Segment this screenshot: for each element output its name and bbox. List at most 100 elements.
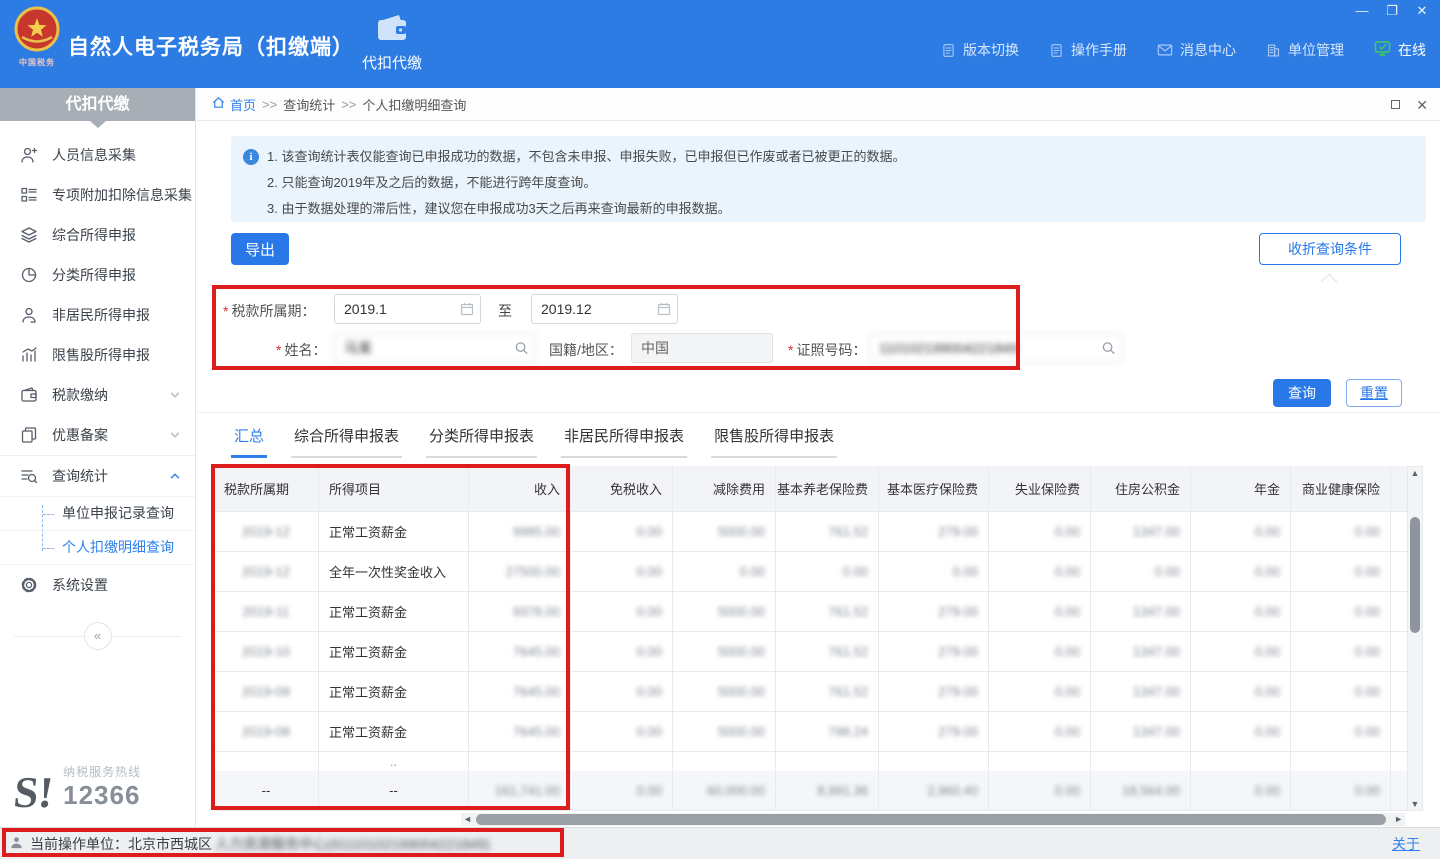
sidebar-item-comprehensive-income[interactable]: 综合所得申报	[0, 215, 195, 255]
panel-close-icon[interactable]: ✕	[1416, 98, 1428, 112]
copy-icon	[20, 426, 39, 445]
reset-button[interactable]: 重置	[1346, 379, 1402, 407]
search-icon[interactable]	[1101, 341, 1116, 356]
table-row[interactable]: 2019-10正常工资薪金7645.000.005000.00761.52279…	[214, 632, 1407, 672]
cell-value	[1391, 512, 1407, 552]
cell-value: 9378.00	[469, 592, 571, 632]
cell-value	[571, 752, 673, 771]
cell-value: 279.00	[879, 712, 989, 752]
horizontal-scrollbar[interactable]: ◄ ►	[461, 813, 1405, 826]
cell-value: 0.00	[1291, 592, 1391, 632]
totals-cell: 0.00	[1291, 771, 1391, 811]
table-row[interactable]: 2019-12正常工资薪金9985.000.005000.00761.52279…	[214, 512, 1407, 552]
breadcrumb-item-query-statistics[interactable]: 查询统计	[283, 95, 335, 114]
menu-item-version-switch[interactable]: 版本切换	[941, 40, 1019, 60]
tab-分类所得申报表[interactable]: 分类所得申报表	[426, 425, 537, 458]
column-header-6: 基本医疗保险费	[879, 466, 989, 512]
breadcrumb-home[interactable]: 首页	[211, 95, 256, 114]
column-header-3: 免税收入	[571, 466, 673, 512]
query-button[interactable]: 查询	[1273, 379, 1331, 407]
cell-value: 1347.00	[1091, 592, 1191, 632]
cell-value: 0.00	[989, 512, 1091, 552]
scroll-up-icon[interactable]: ▲	[1408, 468, 1422, 478]
sidebar-item-label: 分类所得申报	[52, 265, 136, 285]
online-label: 在线	[1398, 40, 1426, 60]
table-row-partial[interactable]: ..	[214, 752, 1407, 771]
id-number-input[interactable]	[869, 333, 1123, 363]
search-icon[interactable]	[514, 341, 529, 356]
cell-value: 0.00	[989, 632, 1091, 672]
scroll-right-icon[interactable]: ►	[1394, 814, 1403, 824]
close-icon[interactable]: ✕	[1414, 3, 1430, 19]
cell-period: 2019-12	[214, 552, 319, 592]
chevron-down-icon	[169, 389, 181, 401]
sidebar-item-tax-payment[interactable]: 税款缴纳	[0, 375, 195, 415]
table-row[interactable]: 2019-09正常工资薪金7645.000.005000.00761.52279…	[214, 672, 1407, 712]
cell-value	[776, 752, 879, 771]
calendar-icon[interactable]	[460, 302, 474, 316]
period-from-input[interactable]	[334, 294, 481, 324]
cell-value: 279.00	[879, 592, 989, 632]
tab-限售股所得申报表[interactable]: 限售股所得申报表	[711, 425, 837, 458]
collapse-query-button[interactable]: 收折查询条件	[1259, 233, 1401, 265]
cell-value: 7645.00	[469, 672, 571, 712]
calendar-icon[interactable]	[657, 302, 671, 316]
cell-value	[1391, 632, 1407, 672]
sidebar-item-label: 限售股所得申报	[52, 345, 150, 365]
table-totals-row: ----161,741.000.0060,000.008,991.362,960…	[214, 771, 1407, 811]
cell-value	[1091, 752, 1191, 771]
totals-cell: --	[319, 771, 469, 811]
info-icon: i	[243, 149, 259, 165]
table-row[interactable]: 2019-12全年一次性奖金收入27500.000.000.000.000.00…	[214, 552, 1407, 592]
sidebar-subitem-personal-withholding-detail-query[interactable]: 个人扣缴明细查询	[0, 531, 195, 565]
sidebar-item-personnel-info[interactable]: 人员信息采集	[0, 135, 195, 175]
user-icon	[20, 306, 39, 325]
sidebar-item-label: 综合所得申报	[52, 225, 136, 245]
period-to-input[interactable]	[531, 294, 678, 324]
menu-item-manual[interactable]: 操作手册	[1049, 40, 1127, 60]
scroll-left-icon[interactable]: ◄	[463, 814, 472, 824]
totals-cell: 161,741.00	[469, 771, 571, 811]
restore-icon[interactable]: ❐	[1384, 3, 1400, 19]
table-row[interactable]: 2019-11正常工资薪金9378.000.005000.00761.52279…	[214, 592, 1407, 632]
sidebar-item-classified-income[interactable]: 分类所得申报	[0, 255, 195, 295]
sidebar-item-preferential-filing[interactable]: 优惠备案	[0, 415, 195, 455]
breadcrumb-separator: >>	[341, 97, 356, 112]
horizontal-scrollbar-thumb[interactable]	[476, 814, 1386, 825]
menu-item-unit-management[interactable]: 单位管理	[1266, 40, 1344, 60]
sidebar-item-system-settings[interactable]: 系统设置	[0, 565, 195, 605]
sidebar-item-special-deduction[interactable]: 专项附加扣除信息采集	[0, 175, 195, 215]
sidebar-subitem-unit-declaration-record-query[interactable]: 单位申报记录查询	[0, 497, 195, 531]
cell-value: 0.00	[1191, 712, 1291, 752]
top-tab-withholding[interactable]: 代扣代缴	[346, 12, 438, 78]
cell-value: 5000.00	[673, 672, 776, 712]
online-status[interactable]: 在线	[1374, 40, 1426, 60]
nationality-input	[631, 333, 773, 363]
vertical-scrollbar-thumb[interactable]	[1410, 517, 1420, 633]
sidebar-item-nonresident-income[interactable]: 非居民所得申报	[0, 295, 195, 335]
export-button[interactable]: 导出	[231, 233, 289, 265]
table-row[interactable]: 2019-08正常工资薪金7645.000.005000.00798.24279…	[214, 712, 1407, 752]
minimize-icon[interactable]: —	[1354, 3, 1370, 19]
menu-item-message-center[interactable]: 消息中心	[1157, 40, 1236, 60]
hotline-number: 12366	[63, 780, 141, 811]
sidebar-collapse-button[interactable]: «	[84, 622, 112, 650]
cell-value	[214, 752, 319, 771]
totals-cell: 0.00	[989, 771, 1091, 811]
vertical-scrollbar[interactable]: ▲ ▼	[1407, 466, 1423, 811]
scroll-down-icon[interactable]: ▼	[1408, 799, 1422, 809]
cell-value: 0.00	[571, 592, 673, 632]
sidebar-header: 代扣代缴	[0, 88, 195, 121]
cell-value: 0.00	[1191, 552, 1291, 592]
tab-综合所得申报表[interactable]: 综合所得申报表	[291, 425, 402, 458]
tab-非居民所得申报表[interactable]: 非居民所得申报表	[561, 425, 687, 458]
panel-maximize-icon[interactable]	[1391, 99, 1400, 111]
sidebar-item-restricted-shares[interactable]: 限售股所得申报	[0, 335, 195, 375]
about-link[interactable]: 关于	[1392, 834, 1420, 854]
tab-汇总[interactable]: 汇总	[231, 425, 267, 458]
sidebar-item-query-statistics[interactable]: 查询统计	[0, 456, 195, 496]
building-icon	[1266, 43, 1281, 58]
search-list-icon	[20, 467, 39, 486]
name-input[interactable]	[334, 333, 536, 363]
totals-cell: 18,564.00	[1091, 771, 1191, 811]
